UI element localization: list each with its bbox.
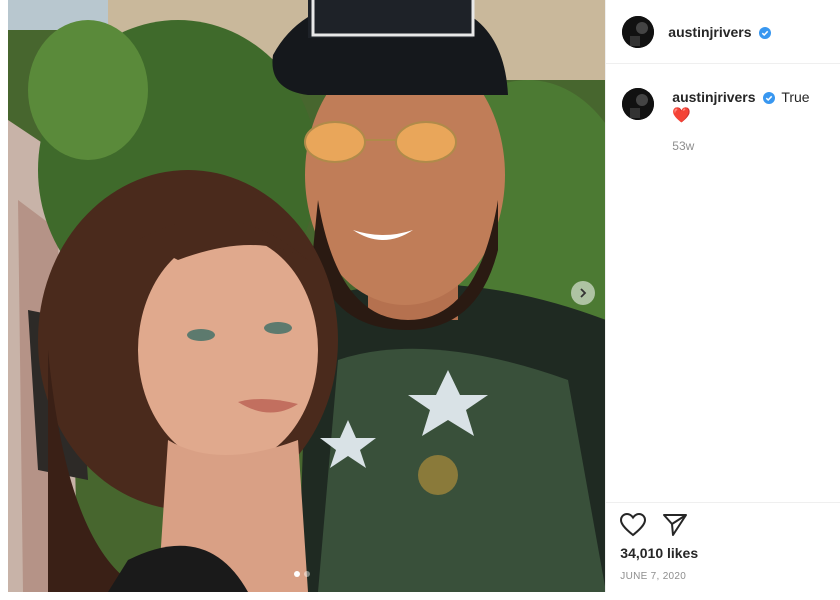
instagram-post: austinjrivers austinjrivers True ❤️ 53w … — [8, 0, 840, 592]
caption-username[interactable]: austinjrivers — [672, 89, 755, 105]
verified-badge-icon — [759, 26, 772, 39]
post-date[interactable]: JUNE 7, 2020 — [620, 571, 826, 582]
verified-badge-icon — [763, 92, 776, 104]
avatar-image — [622, 88, 655, 120]
post-actions: 34,010 likes JUNE 7, 2020 — [606, 502, 840, 582]
caption-avatar[interactable] — [622, 88, 655, 120]
header-username-text[interactable]: austinjrivers — [668, 24, 751, 40]
carousel-dot-active — [294, 571, 300, 577]
carousel-next-button[interactable] — [571, 281, 595, 305]
red-heart-emoji: ❤️ — [672, 107, 691, 124]
post-photo[interactable] — [8, 0, 606, 592]
heart-icon — [620, 513, 647, 537]
like-button[interactable] — [620, 513, 647, 537]
carousel-indicator — [294, 571, 310, 577]
share-button[interactable] — [662, 513, 688, 537]
avatar[interactable] — [622, 15, 655, 48]
selfie-photo — [8, 0, 606, 592]
likes-count[interactable]: 34,010 likes — [620, 545, 826, 561]
chevron-right-icon — [580, 288, 587, 298]
caption-comment: austinjrivers True ❤️ 53w — [606, 64, 840, 155]
action-icons — [620, 513, 826, 537]
post-sidebar: austinjrivers austinjrivers True ❤️ 53w … — [605, 0, 840, 592]
caption-timestamp[interactable]: 53w — [672, 137, 824, 155]
header-username[interactable]: austinjrivers — [668, 24, 772, 40]
carousel-dot — [304, 571, 310, 577]
avatar-image — [622, 15, 655, 48]
caption-text: True — [781, 89, 810, 105]
caption-body: austinjrivers True ❤️ 53w — [672, 88, 824, 155]
paper-plane-icon — [663, 514, 688, 536]
post-header: austinjrivers — [606, 0, 840, 64]
